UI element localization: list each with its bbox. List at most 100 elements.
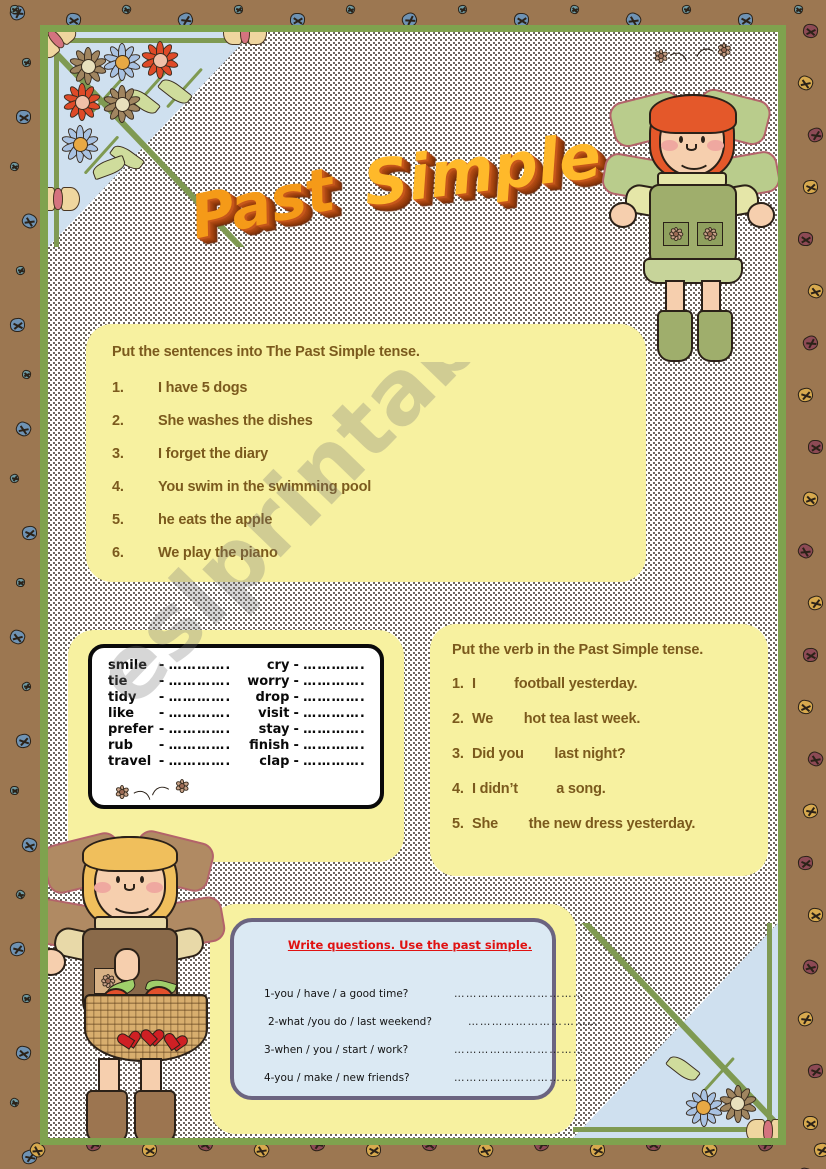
button-decoration bbox=[8, 1096, 21, 1109]
button-decoration bbox=[806, 282, 825, 300]
verb-answer-blank[interactable]: …………. bbox=[303, 737, 368, 753]
daisy-flower-blue bbox=[682, 1086, 726, 1130]
dress-pocket-left bbox=[663, 222, 689, 246]
verb-dash: - bbox=[158, 657, 165, 673]
button-decoration bbox=[14, 264, 27, 277]
item-text: I football yesterday. bbox=[472, 676, 638, 692]
button-decoration bbox=[233, 4, 244, 15]
cheek bbox=[661, 140, 678, 151]
exercise-1-item: 2. She washes the dishes bbox=[112, 413, 612, 429]
answer-blank[interactable]: …………………………… bbox=[454, 1044, 585, 1056]
button-decoration bbox=[20, 524, 39, 542]
exercise-3-item: 3-when / you / start / work? …………………………… bbox=[264, 1044, 584, 1056]
exercise-3-item: 2-what /you do / last weekend? …………………………… bbox=[268, 1016, 598, 1028]
button-decoration bbox=[805, 125, 826, 145]
button-decoration bbox=[796, 698, 815, 716]
verb-answer-blank[interactable]: …………. bbox=[303, 705, 368, 721]
button-decoration bbox=[21, 993, 32, 1004]
answer-blank[interactable]: …………………………… bbox=[454, 988, 585, 1000]
eye bbox=[116, 876, 120, 883]
item-text: We hot tea last week. bbox=[472, 711, 641, 727]
verb-left: like bbox=[108, 705, 135, 721]
button-decoration bbox=[795, 541, 816, 561]
verb-row: rub -…………. finish -…………. bbox=[108, 737, 368, 753]
verb-row: like -…………. visit -…………. bbox=[108, 705, 368, 721]
flower-corner-bottom-right bbox=[573, 923, 778, 1138]
button-decoration bbox=[795, 73, 816, 93]
exercise-2-item: 4. I didn’t a song. bbox=[452, 781, 762, 797]
exercise-1-item: 6. We play the piano bbox=[112, 545, 612, 561]
button-decoration bbox=[14, 732, 33, 750]
item-number: 6. bbox=[112, 545, 124, 561]
verb-dash: - bbox=[158, 673, 165, 689]
item-number: 4. bbox=[452, 781, 464, 797]
exercise-2-item: 5. She the new dress yesterday. bbox=[452, 816, 762, 832]
button-decoration bbox=[807, 439, 824, 455]
item-number: 2. bbox=[452, 711, 464, 727]
flower-core bbox=[152, 52, 168, 68]
mouth bbox=[110, 888, 154, 914]
button-decoration bbox=[807, 907, 824, 923]
button-decoration bbox=[20, 680, 33, 693]
verb-right: cry bbox=[266, 657, 290, 673]
dress-hem bbox=[643, 258, 743, 284]
verb-answer-blank[interactable]: …………. bbox=[303, 657, 368, 673]
flower-core bbox=[74, 94, 90, 110]
item-text: 3-when / you / start / work? bbox=[264, 1044, 409, 1056]
button-decoration bbox=[14, 888, 27, 901]
verb-answer-blank[interactable]: …………. bbox=[169, 721, 246, 737]
item-number: 1. bbox=[452, 676, 464, 692]
exercise-1-item: 1. I have 5 dogs bbox=[112, 380, 612, 396]
verb-answer-blank[interactable]: …………. bbox=[303, 721, 368, 737]
item-text: I forget the diary bbox=[158, 446, 268, 462]
verb-left: rub bbox=[108, 737, 133, 753]
button-decoration bbox=[14, 1044, 33, 1062]
verb-dash: - bbox=[158, 753, 165, 769]
item-text: You swim in the swimming pool bbox=[158, 479, 372, 495]
verb-answer-blank[interactable]: …………. bbox=[169, 737, 246, 753]
verb-left: prefer bbox=[108, 721, 154, 737]
worksheet-sheet: Past Simple Put the sentences into The P… bbox=[48, 32, 778, 1138]
verb-row: smile -…………. cry -…………. bbox=[108, 657, 368, 673]
button-decoration bbox=[13, 419, 34, 439]
leg-right bbox=[140, 1058, 162, 1094]
item-text: 1-you / have / a good time? bbox=[264, 988, 409, 1000]
button-decoration bbox=[801, 490, 820, 508]
hand-right bbox=[114, 948, 140, 982]
exercise-1-list: 1. I have 5 dogs 2. She washes the dishes 3.… bbox=[112, 380, 612, 578]
button-decoration bbox=[8, 940, 27, 958]
button-decoration bbox=[797, 231, 814, 247]
item-text: She washes the dishes bbox=[158, 413, 313, 429]
antenna-flower bbox=[716, 42, 732, 58]
item-number: 3. bbox=[452, 746, 464, 762]
verb-answer-blank[interactable]: …………. bbox=[169, 673, 246, 689]
button-decoration bbox=[10, 786, 19, 795]
eye bbox=[140, 876, 144, 883]
flower-core bbox=[114, 54, 130, 70]
item-text: 2-what /you do / last weekend? bbox=[268, 1016, 432, 1028]
verb-answer-blank[interactable]: …………. bbox=[169, 753, 246, 769]
exercise-2-list: 1. I football yesterday. 2. We hot tea last… bbox=[452, 676, 762, 851]
flower-core bbox=[72, 136, 88, 152]
button-decoration bbox=[15, 109, 32, 125]
button-decoration bbox=[20, 56, 33, 69]
button-decoration bbox=[680, 3, 693, 16]
answer-blank[interactable]: …………………………… bbox=[468, 1016, 599, 1028]
verb-dash: - bbox=[158, 721, 165, 737]
answer-blank[interactable]: …………………………… bbox=[454, 1072, 585, 1084]
boot-right bbox=[697, 310, 733, 362]
button-decoration bbox=[8, 472, 21, 485]
verb-answer-blank[interactable]: …………. bbox=[303, 753, 368, 769]
item-number: 5. bbox=[452, 816, 464, 832]
verb-answer-blank[interactable]: …………. bbox=[169, 689, 246, 705]
verb-answer-blank[interactable]: …………. bbox=[303, 689, 368, 705]
verb-answer-blank[interactable]: …………. bbox=[169, 705, 246, 721]
verb-answer-blank[interactable]: …………. bbox=[169, 657, 246, 673]
button-decoration bbox=[793, 4, 804, 15]
button-decoration bbox=[806, 593, 825, 613]
daisy-flower-red bbox=[138, 38, 182, 82]
verb-answer-blank[interactable]: …………. bbox=[303, 673, 368, 689]
button-decoration bbox=[796, 386, 815, 404]
flower-core bbox=[80, 58, 96, 74]
button-decoration bbox=[801, 178, 820, 196]
